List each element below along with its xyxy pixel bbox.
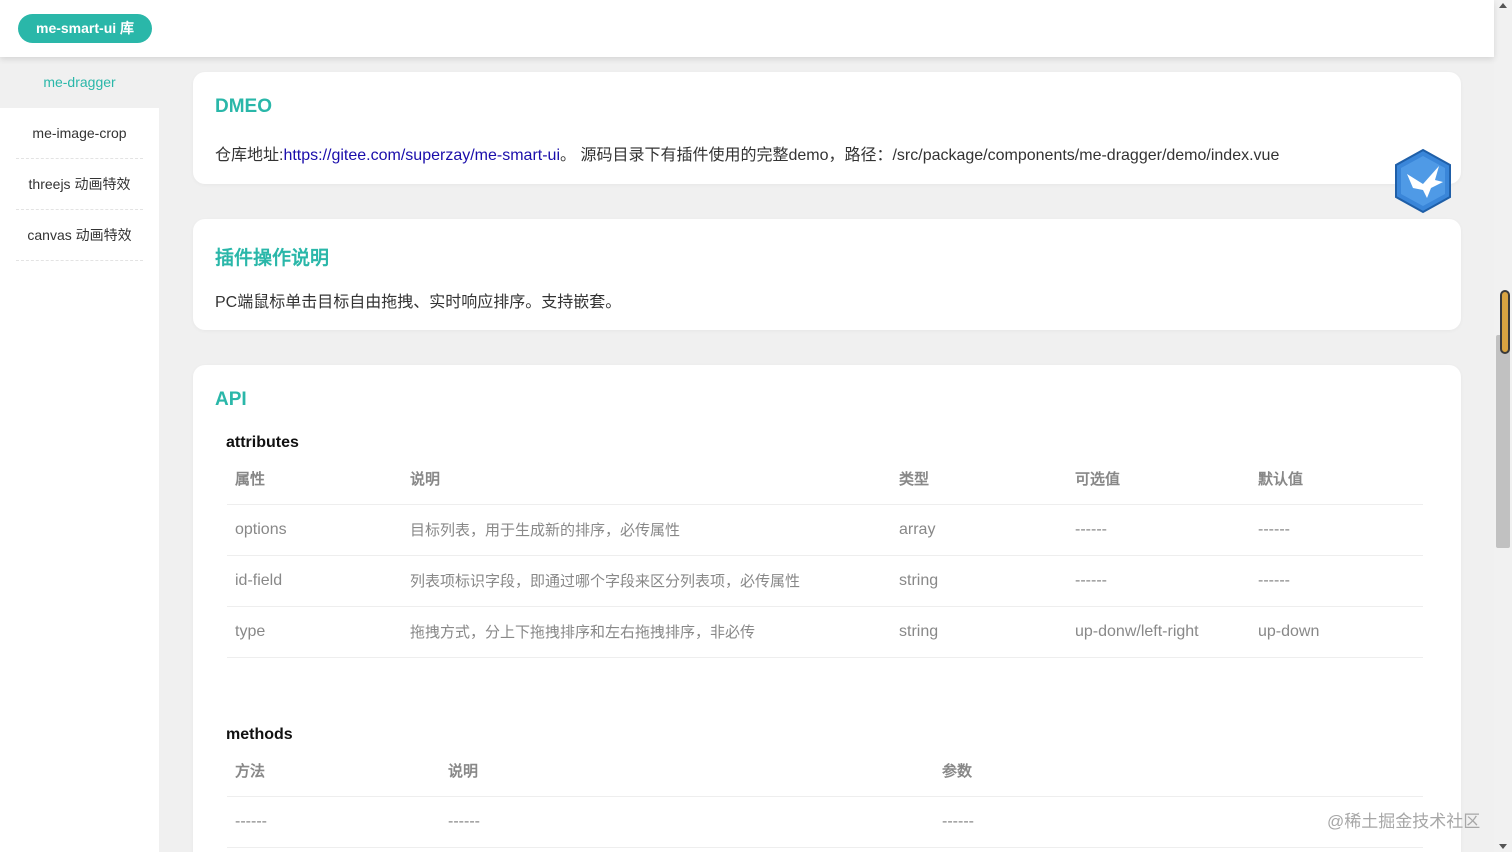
- api-card: API attributes 属性 说明 类型 可选值 默认值 options …: [193, 365, 1461, 852]
- table-cell: array: [891, 504, 1067, 556]
- repo-suffix: 。 源码目录下有插件使用的完整demo，路径：/src/package/comp…: [560, 147, 1280, 164]
- table-cell: id-field: [227, 555, 402, 607]
- table-row: id-field 列表项标识字段，即通过哪个字段来区分列表项，必传属性 stri…: [227, 555, 1423, 607]
- repo-link[interactable]: https://gitee.com/superzay/me-smart-ui: [283, 147, 560, 164]
- column-header: 方法: [227, 746, 440, 797]
- attributes-table: 属性 说明 类型 可选值 默认值 options 目标列表，用于生成新的排序，必…: [227, 454, 1423, 658]
- table-cell: ------: [1067, 504, 1250, 556]
- usage-card: 插件操作说明 PC端鼠标单击目标自由拖拽、实时响应排序。支持嵌套。: [193, 219, 1461, 330]
- sidebar-item-me-dragger[interactable]: me-dragger: [0, 57, 159, 108]
- column-header: 说明: [440, 746, 934, 797]
- sidebar: me-dragger me-image-crop threejs 动画特效 ca…: [0, 57, 159, 852]
- sidebar-item-me-image-crop[interactable]: me-image-crop: [16, 108, 143, 159]
- column-header: 默认值: [1250, 454, 1423, 505]
- vertical-scrollbar[interactable]: [1494, 0, 1512, 852]
- scroll-thumb[interactable]: [1496, 335, 1510, 548]
- scroll-down-arrow-icon[interactable]: [1499, 844, 1507, 849]
- sidebar-item-threejs[interactable]: threejs 动画特效: [16, 159, 143, 210]
- table-cell: 列表项标识字段，即通过哪个字段来区分列表项，必传属性: [402, 555, 891, 607]
- table-row: type 拖拽方式，分上下拖拽排序和左右拖拽排序，非必传 string up-d…: [227, 606, 1423, 658]
- usage-title: 插件操作说明: [215, 248, 330, 269]
- side-drag-handle[interactable]: [1500, 290, 1510, 354]
- attributes-title: attributes: [226, 434, 299, 451]
- column-header: 类型: [891, 454, 1067, 505]
- column-header: 说明: [402, 454, 891, 505]
- table-cell: 目标列表，用于生成新的排序，必传属性: [402, 504, 891, 556]
- demo-card: DMEO 仓库地址:https://gitee.com/superzay/me-…: [193, 72, 1461, 184]
- table-cell: ------: [1250, 504, 1423, 556]
- table-cell: ------: [1067, 555, 1250, 607]
- table-row: ------ ------ ------: [227, 796, 1423, 848]
- table-cell: ------: [227, 796, 440, 848]
- table-cell: string: [891, 606, 1067, 658]
- table-cell: ------: [1250, 555, 1423, 607]
- table-cell: ------: [440, 796, 934, 848]
- demo-text: 仓库地址:https://gitee.com/superzay/me-smart…: [215, 141, 1279, 165]
- table-cell: up-donw/left-right: [1067, 606, 1250, 658]
- usage-text: PC端鼠标单击目标自由拖拽、实时响应排序。支持嵌套。: [215, 294, 622, 311]
- demo-title: DMEO: [215, 96, 272, 117]
- repo-prefix: 仓库地址:: [215, 147, 284, 164]
- table-cell: 拖拽方式，分上下拖拽排序和左右拖拽排序，非必传: [402, 606, 891, 658]
- table-cell: up-down: [1250, 606, 1423, 658]
- api-title: API: [215, 389, 247, 410]
- column-header: 属性: [227, 454, 402, 505]
- sidebar-item-canvas[interactable]: canvas 动画特效: [16, 210, 143, 261]
- table-cell: options: [227, 504, 402, 556]
- column-header: 可选值: [1067, 454, 1250, 505]
- scroll-up-arrow-icon[interactable]: [1499, 3, 1507, 8]
- column-header: 参数: [934, 746, 1423, 797]
- table-row: options 目标列表，用于生成新的排序，必传属性 array ------ …: [227, 504, 1423, 556]
- table-cell: type: [227, 606, 402, 658]
- logo-button[interactable]: me-smart-ui 库: [18, 14, 153, 43]
- methods-title: methods: [226, 726, 293, 743]
- methods-table: 方法 说明 参数 ------ ------ ------: [227, 746, 1423, 848]
- bird-icon[interactable]: [1393, 148, 1453, 214]
- table-cell: string: [891, 555, 1067, 607]
- top-bar: me-smart-ui 库: [0, 0, 1494, 57]
- watermark: @稀土掘金技术社区: [1327, 812, 1481, 831]
- table-header-row: 方法 说明 参数: [227, 746, 1423, 797]
- table-header-row: 属性 说明 类型 可选值 默认值: [227, 454, 1423, 505]
